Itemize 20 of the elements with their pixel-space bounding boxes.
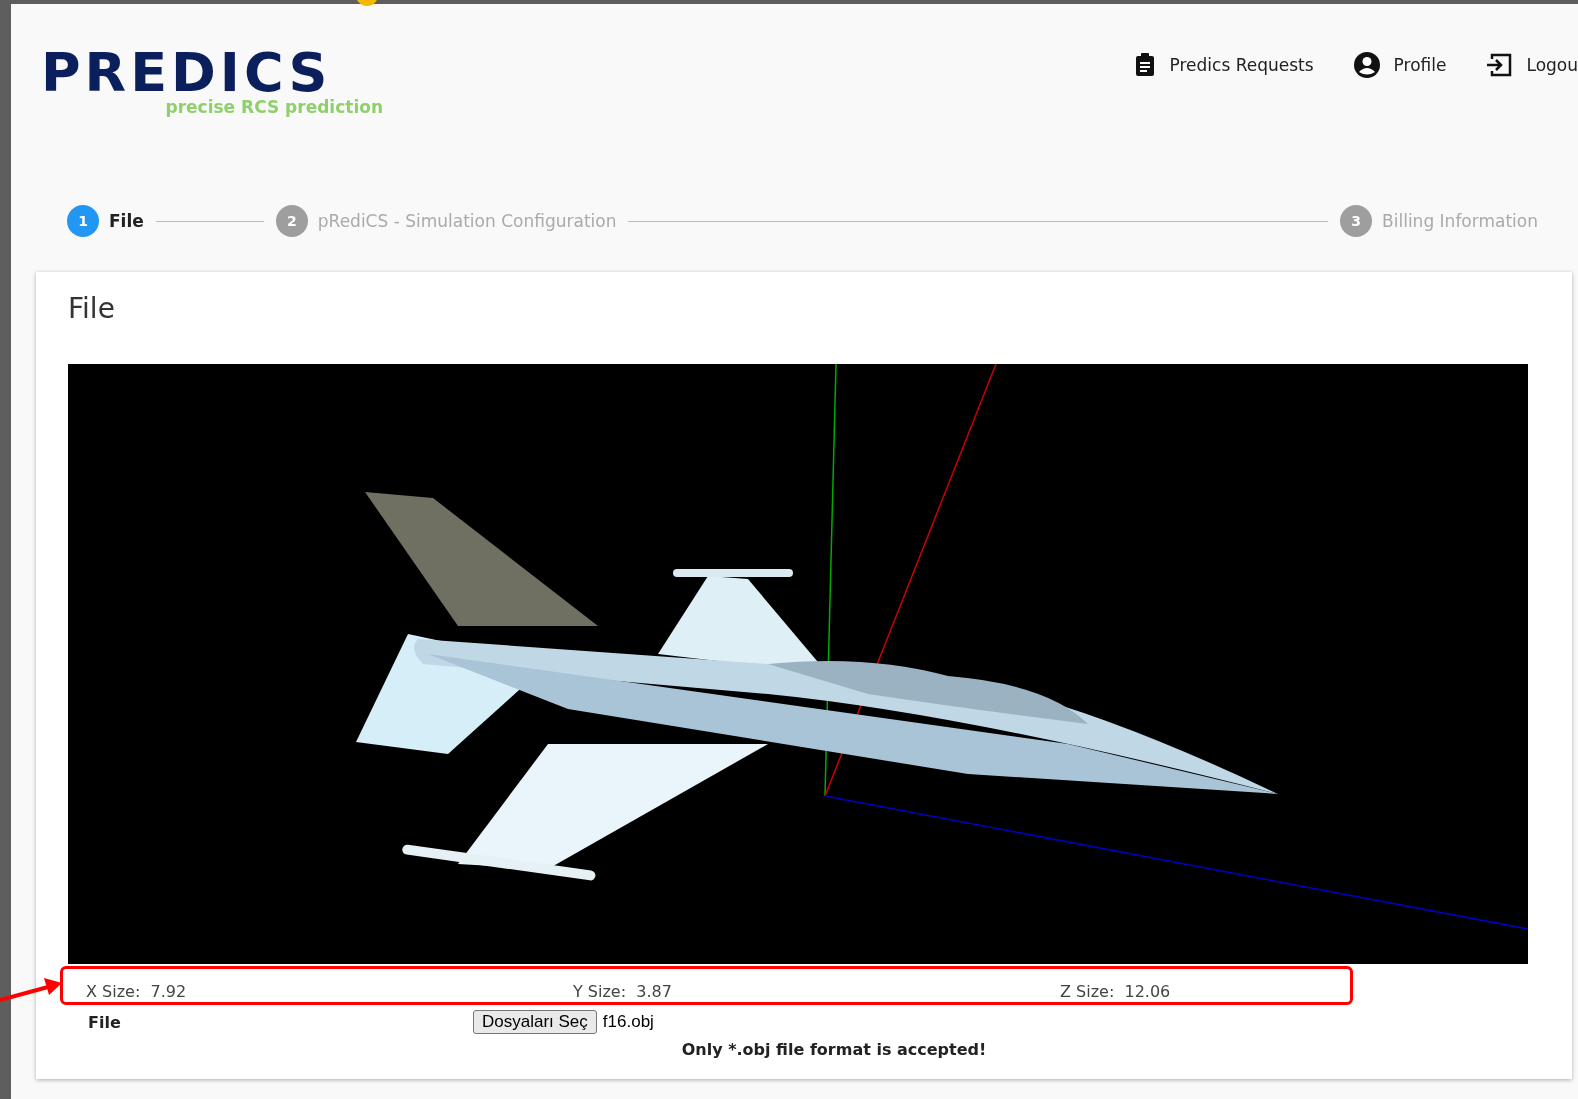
clipboard-icon [1133, 53, 1156, 77]
choose-file-button[interactable]: Dosyaları Seç [473, 1010, 597, 1034]
field-label: File [88, 1012, 122, 1032]
nav-link[interactable]: Profile [1353, 52, 1447, 78]
logout-icon [1486, 53, 1513, 77]
step-label: File [109, 211, 144, 231]
size-reading: Z Size: 12.06 [1060, 982, 1172, 1002]
nav-link[interactable]: Logou [1486, 52, 1578, 78]
size-reading: X Size: 7.92 [86, 982, 188, 1002]
file-name: f16.obj [602, 1012, 655, 1032]
card-title: File [68, 292, 116, 326]
logo-text: PREDICS [41, 46, 332, 100]
size-reading: Y Size: 3.87 [573, 982, 673, 1002]
step-label: pRediCS - Simulation Configuration [317, 211, 617, 231]
format-hint: Only *.obj file format is accepted! [680, 1040, 988, 1059]
logo-tagline: precise RCS prediction [165, 98, 383, 116]
nav-link[interactable]: Predics Requests [1133, 52, 1314, 78]
user-icon [1353, 52, 1380, 78]
model-viewer[interactable] [68, 364, 1528, 964]
step-label: Billing Information [1382, 211, 1538, 231]
